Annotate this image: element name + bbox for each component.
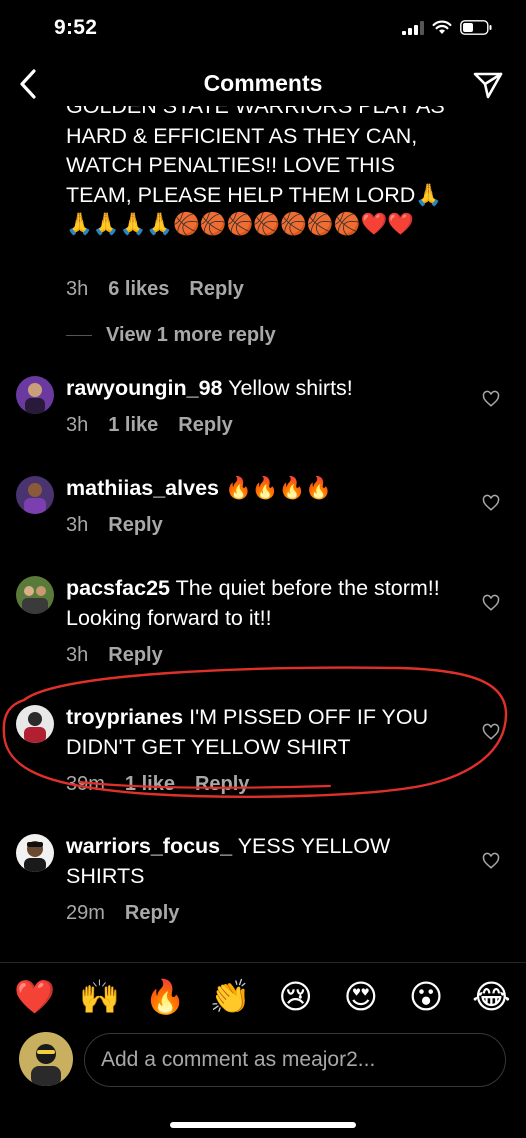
reply-button[interactable]: Reply	[189, 278, 243, 301]
heart-icon[interactable]	[482, 594, 500, 612]
comment-meta: 39m 1 like Reply	[66, 773, 249, 796]
avatar[interactable]	[16, 376, 54, 414]
avatar-image	[19, 1032, 73, 1086]
emoji-heart-button[interactable]: ❤️	[12, 974, 58, 1020]
avatar[interactable]	[16, 476, 54, 514]
partial-comment-meta: 3h 6 likes Reply	[66, 278, 244, 301]
comment-time: 39m	[66, 773, 105, 795]
header: Comments	[0, 60, 526, 106]
avatar-image	[16, 705, 54, 743]
view-more-label: View 1 more reply	[106, 324, 276, 346]
comment-username[interactable]: rawyoungin_98	[66, 376, 223, 400]
comment-time: 29m	[66, 902, 105, 924]
emoji-reaction-bar: ❤️ 🙌 🔥 👏 😢 😍 😮 😂	[0, 962, 526, 1030]
comment-body: warriors_focus_ YESS YELLOW SHIRTS	[66, 832, 466, 891]
comment-body: troyprianes I'M PISSED OFF IF YOU DIDN'T…	[66, 703, 466, 762]
likes-count[interactable]: 6 likes	[108, 278, 169, 301]
emoji-crying-button[interactable]: 😢	[273, 974, 319, 1020]
comment-time: 3h	[66, 414, 89, 436]
comment-text: Yellow shirts!	[228, 376, 353, 400]
avatar[interactable]	[16, 705, 54, 743]
reply-button[interactable]: Reply	[125, 902, 179, 925]
comment-meta: 3h 1 like Reply	[66, 414, 233, 437]
comments-list[interactable]: GOLDEN STATE WARRIORS PLAY AS HARD & EFF…	[0, 106, 526, 958]
reply-button[interactable]: Reply	[108, 514, 162, 537]
reply-button[interactable]: Reply	[178, 414, 232, 437]
avatar-image	[16, 834, 54, 872]
comment-username[interactable]: warriors_focus_	[66, 834, 232, 858]
divider	[66, 335, 92, 336]
likes-count[interactable]: 1 like	[108, 414, 158, 437]
emoji-fire-button[interactable]: 🔥	[142, 974, 188, 1020]
reply-button[interactable]: Reply	[108, 644, 162, 667]
comment-body: rawyoungin_98 Yellow shirts!	[66, 374, 466, 404]
avatar-image	[16, 376, 54, 414]
emoji-clap-button[interactable]: 👏	[207, 974, 253, 1020]
emoji-laughing-button[interactable]: 😂	[468, 974, 514, 1020]
paper-plane-icon	[473, 72, 503, 99]
comment-input[interactable]	[84, 1033, 506, 1087]
heart-icon[interactable]	[482, 390, 500, 408]
status-time: 9:52	[54, 16, 98, 39]
emoji-raised-hands-button[interactable]: 🙌	[77, 974, 123, 1020]
comment-meta: 29m Reply	[66, 902, 179, 925]
avatar-image	[16, 576, 54, 614]
comment-text: 🔥🔥🔥🔥	[224, 476, 333, 501]
cellular-signal-icon	[402, 20, 424, 35]
partial-comment-text: GOLDEN STATE WARRIORS PLAY AS HARD & EFF…	[66, 106, 445, 236]
battery-icon	[460, 20, 492, 35]
heart-icon[interactable]	[482, 723, 500, 741]
comment-time: 3h	[66, 514, 89, 536]
avatar[interactable]	[16, 576, 54, 614]
heart-icon[interactable]	[482, 494, 500, 512]
my-avatar[interactable]	[19, 1032, 73, 1086]
view-more-replies[interactable]: View 1 more reply	[66, 324, 276, 347]
status-icons	[402, 20, 492, 35]
emoji-heart-eyes-button[interactable]: 😍	[338, 974, 384, 1020]
likes-count[interactable]: 1 like	[125, 773, 175, 796]
status-bar: 9:52	[0, 0, 526, 60]
comment-username[interactable]: pacsfac25	[66, 576, 170, 600]
reply-button[interactable]: Reply	[195, 773, 249, 796]
heart-icon[interactable]	[482, 852, 500, 870]
page-title: Comments	[203, 70, 323, 96]
comment-username[interactable]: troyprianes	[66, 705, 183, 729]
comment-body: mathiias_alves 🔥🔥🔥🔥	[66, 474, 466, 504]
home-indicator[interactable]	[170, 1122, 356, 1128]
comment-composer	[0, 1030, 526, 1100]
comment-time: 3h	[66, 644, 89, 666]
share-button[interactable]	[470, 68, 506, 102]
emoji-surprised-button[interactable]: 😮	[403, 974, 449, 1020]
comment-meta: 3h Reply	[66, 514, 163, 537]
avatar-image	[16, 476, 54, 514]
wifi-icon	[432, 20, 452, 34]
comment-username[interactable]: mathiias_alves	[66, 476, 219, 500]
avatar[interactable]	[16, 834, 54, 872]
comment-meta: 3h Reply	[66, 644, 163, 667]
comment-time: 3h	[66, 278, 89, 300]
comment-body: pacsfac25 The quiet before the storm!! L…	[66, 574, 466, 633]
